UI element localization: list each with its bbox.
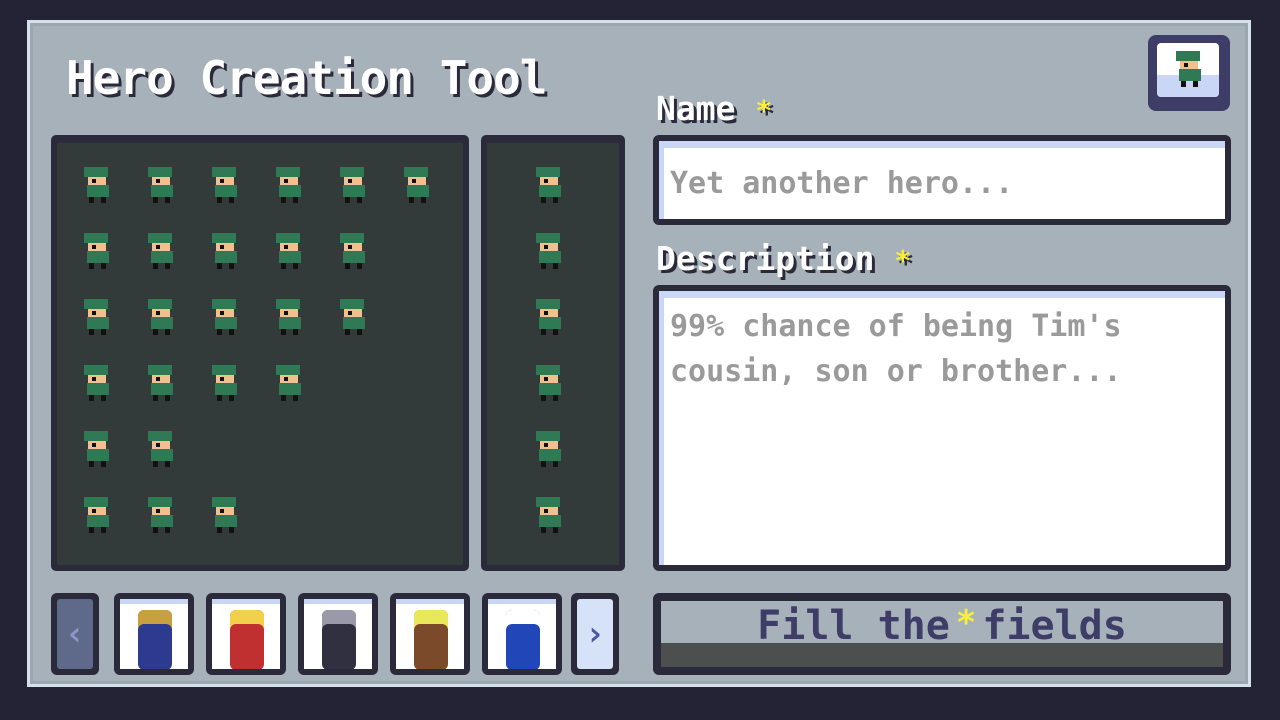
sprite-frame[interactable] [399, 165, 435, 205]
sprite-frame[interactable] [335, 297, 371, 337]
sprite-animation-area [487, 143, 619, 565]
name-input[interactable] [659, 141, 1225, 219]
carousel-next-button[interactable]: › [571, 593, 619, 675]
description-field-frame [653, 285, 1231, 571]
sprite-frame[interactable] [143, 165, 179, 205]
sprite-frame[interactable] [335, 165, 371, 205]
required-star-icon: * [955, 603, 977, 643]
animation-frame[interactable] [531, 363, 567, 403]
sprite-frame[interactable] [79, 363, 115, 403]
sprite-frame[interactable] [79, 495, 115, 535]
chevron-left-icon: ‹ [57, 599, 93, 669]
sprite-frame[interactable] [271, 231, 307, 271]
sprite-frame[interactable] [271, 363, 307, 403]
sprite-animation-column [481, 135, 625, 571]
hero-portrait-icon [138, 610, 172, 669]
description-input[interactable] [659, 291, 1225, 565]
sprite-frame[interactable] [79, 297, 115, 337]
hero-thumb-red-armored-hero[interactable] [206, 593, 286, 675]
animation-frame[interactable] [531, 165, 567, 205]
sprite-frame[interactable] [271, 165, 307, 205]
submit-label-prefix: Fill the [757, 603, 950, 649]
sprite-frame[interactable] [207, 231, 243, 271]
sprite-frames-grid [51, 135, 469, 571]
hero-portrait-icon [414, 610, 448, 669]
animation-frame[interactable] [531, 231, 567, 271]
submit-button[interactable]: Fill the * fields [653, 593, 1231, 675]
name-label: Name * [656, 89, 773, 128]
chevron-right-icon: › [577, 599, 613, 669]
animation-frame[interactable] [531, 495, 567, 535]
submit-button-face: Fill the * fields [661, 601, 1223, 667]
page-title: Hero Creation Tool [66, 51, 547, 105]
avatar-preview[interactable] [1148, 35, 1230, 111]
avatar-sprite [1171, 49, 1207, 89]
sprite-frame[interactable] [143, 495, 179, 535]
required-star-icon: * [755, 94, 773, 127]
hero-creation-panel: Hero Creation Tool Name * Description * … [27, 20, 1251, 687]
sprite-frame[interactable] [79, 165, 115, 205]
hero-portrait-icon [230, 610, 264, 669]
sprite-frame[interactable] [79, 429, 115, 469]
animation-frame[interactable] [531, 429, 567, 469]
sprite-frame[interactable] [143, 231, 179, 271]
hero-thumb-black-mage[interactable] [114, 593, 194, 675]
sprite-frame[interactable] [207, 363, 243, 403]
sprite-frame[interactable] [143, 429, 179, 469]
sprite-frames-area [57, 143, 463, 565]
sprite-frame[interactable] [207, 495, 243, 535]
avatar-preview-frame [1157, 43, 1219, 97]
submit-label-suffix: fields [982, 603, 1127, 649]
animation-frame[interactable] [531, 297, 567, 337]
hero-thumb-striped-shirt-kid[interactable] [390, 593, 470, 675]
sprite-frame[interactable] [143, 297, 179, 337]
carousel-prev-button[interactable]: ‹ [51, 593, 99, 675]
name-field-frame [653, 135, 1231, 225]
hero-thumb-dark-haired-swordswoman[interactable] [298, 593, 378, 675]
description-label: Description * [656, 239, 912, 278]
hero-portrait-icon [322, 610, 356, 669]
sprite-frame[interactable] [79, 231, 115, 271]
sprite-frame[interactable] [271, 297, 307, 337]
sprite-frame[interactable] [143, 363, 179, 403]
hero-portrait-icon [506, 610, 540, 669]
hero-thumb-blue-hedgehog[interactable] [482, 593, 562, 675]
required-star-icon: * [894, 244, 912, 277]
sprite-frame[interactable] [207, 297, 243, 337]
sprite-frame[interactable] [207, 165, 243, 205]
sprite-frame[interactable] [335, 231, 371, 271]
